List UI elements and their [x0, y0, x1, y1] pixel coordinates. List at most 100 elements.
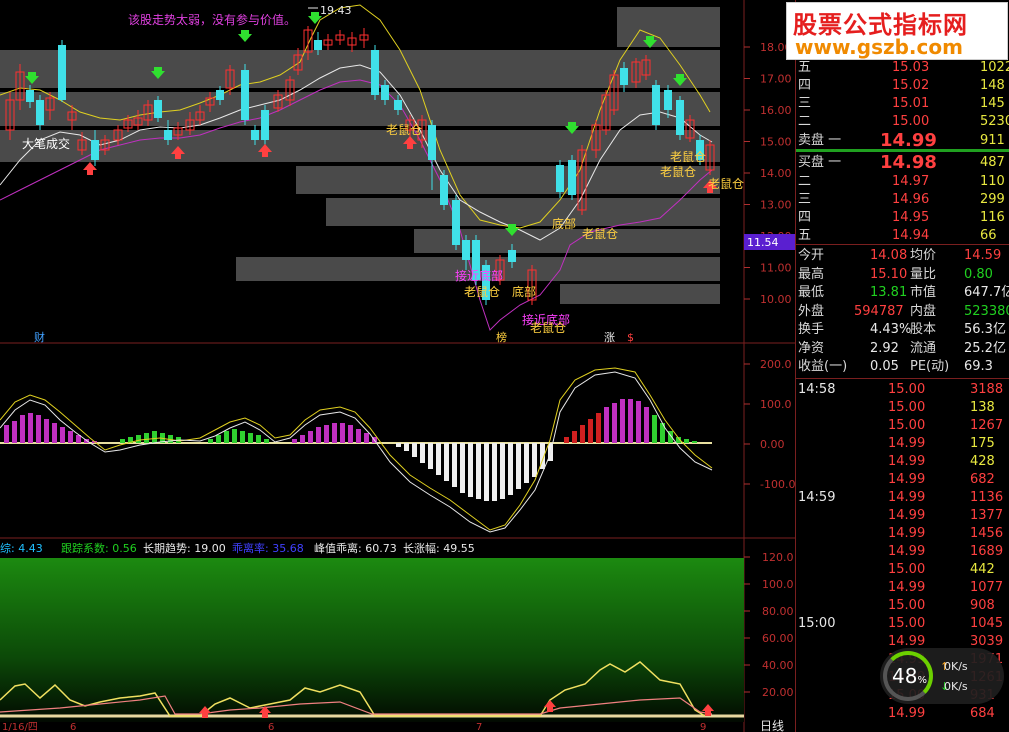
tick-volume: 1077 — [970, 580, 1004, 595]
price-tick-label: 16.00 — [760, 104, 792, 117]
download-speed: 0K/s — [944, 680, 968, 693]
macd-bar — [356, 429, 361, 443]
chart-annotation: 老鼠仓 — [582, 227, 618, 241]
tick-volume: 1136 — [970, 490, 1004, 505]
macd-bar — [292, 439, 297, 443]
buy-price: 14.94 — [892, 228, 930, 243]
macd-bar — [4, 425, 9, 443]
tick-price: 14.99 — [888, 454, 926, 469]
macd-bar — [12, 421, 17, 443]
macd-bar — [316, 427, 321, 443]
stat-label: 最高 — [798, 266, 825, 282]
macd-bar — [596, 413, 601, 443]
high-price-marker: 19.43 — [320, 4, 352, 17]
macd-bar — [396, 443, 401, 447]
stat-label: PE(动) — [910, 359, 950, 374]
stat-label: 换手 — [798, 322, 825, 337]
chart-annotation: 老鼠仓 — [386, 123, 422, 137]
sell-volume: 5230 — [980, 114, 1009, 129]
sell-row: 三 15.01 145 — [796, 95, 1009, 112]
tick-row: 14.99 682 — [796, 471, 1009, 488]
event-tag[interactable]: $ — [627, 331, 634, 344]
tick-price: 15.00 — [888, 382, 926, 397]
buy-row: 四 14.95 116 — [796, 209, 1009, 226]
macd-bar — [36, 415, 41, 443]
chart-annotation: 老鼠仓 — [530, 321, 566, 335]
candle-body-down — [556, 165, 564, 192]
sell-volume: 911 — [980, 133, 1005, 148]
candle-body-down — [154, 100, 162, 118]
tick-volume: 175 — [970, 436, 995, 451]
tick-row: 14.99 428 — [796, 453, 1009, 470]
tick-volume: 1689 — [970, 544, 1004, 559]
macd-tick-label: 100.0 — [760, 398, 792, 411]
stat-label: 最低 — [798, 285, 825, 300]
tick-time: 15:00 — [798, 616, 836, 631]
macd-bar — [644, 407, 649, 443]
stat-value: 69.3 — [964, 359, 993, 374]
candle-body-down — [58, 45, 66, 100]
indicator-value: 综: 4.43 — [0, 541, 43, 555]
sell-price: 15.03 — [892, 60, 930, 75]
indicator-readout: 综: 4.43 跟踪系数: 0.56 长期趋势: 19.00 乖离率: 35.68 峰值… — [0, 541, 475, 555]
tick-price: 14.99 — [888, 508, 926, 523]
candle-body-down — [314, 40, 322, 50]
macd-bar — [364, 433, 369, 443]
strength-tick-label: 100.0 — [762, 578, 794, 591]
divider — [796, 244, 1009, 245]
network-meter[interactable]: 48% ↑ 0K/s ↓ 0K/s — [880, 648, 1004, 704]
percent-readout: 48% — [892, 664, 927, 688]
indicator-value: 峰值乖离: 60.73 — [314, 541, 397, 555]
sell-level-label: 三 — [798, 96, 812, 111]
quote-panel: 五15.031022四15.02148三15.01145二15.005230卖盘… — [795, 0, 1009, 732]
macd-bar — [44, 419, 49, 443]
buy-level-label: 二 — [798, 174, 812, 189]
event-tag[interactable]: 财 — [34, 330, 45, 344]
macd-bar — [428, 443, 433, 469]
quote-row: 今开 14.08 均价 14.59 — [796, 247, 1009, 264]
date-label: 9 — [700, 722, 706, 732]
macd-bar — [68, 431, 73, 443]
macd-bar — [332, 423, 337, 443]
macd-bar — [588, 419, 593, 443]
quote-row: 外盘 594787 内盘 523380 — [796, 303, 1009, 320]
strength-tick-label: 20.00 — [762, 686, 794, 699]
tick-price: 14.99 — [888, 472, 926, 487]
tick-row: 15.00 908 — [796, 597, 1009, 614]
stat-label: 均价 — [910, 248, 937, 263]
macd-white-line — [0, 371, 713, 533]
macd-bar — [208, 439, 213, 443]
macd-tick-label: -100.0 — [760, 478, 795, 491]
macd-bar — [248, 433, 253, 443]
tick-row: 15:00 15.00 1045 — [796, 615, 1009, 632]
candle-body-down — [261, 110, 269, 140]
price-tick-label: 13.00 — [760, 199, 792, 212]
tick-price: 15.00 — [888, 418, 926, 433]
stat-value: 4.43% — [870, 322, 912, 337]
chart-area[interactable]: 18.0017.0016.0015.0014.0013.0012.0011.00… — [0, 0, 795, 732]
candle-body-down — [251, 130, 259, 140]
strength-tick-label: 60.00 — [762, 632, 794, 645]
candle-body-down — [440, 175, 448, 205]
sell-level-label: 卖盘 一 — [798, 133, 842, 148]
macd-tick-label: 0.00 — [760, 438, 785, 451]
date-label: 6 — [268, 722, 274, 732]
period-label[interactable]: 日线 — [760, 719, 784, 732]
date-axis: 1/16/四 6 6 7 9 — [2, 722, 706, 732]
macd-bar — [136, 435, 141, 443]
tick-row: 15.00 1267 — [796, 417, 1009, 434]
candle-body-down — [652, 85, 660, 125]
indicator-value: 乖离率: 35.68 — [232, 541, 304, 555]
strength-tick-label: 120.0 — [762, 551, 794, 564]
macd-bar — [60, 427, 65, 443]
sell-price: 15.01 — [892, 96, 930, 111]
stat-label: 股本 — [910, 322, 937, 337]
sell-row: 五 15.03 1022 — [796, 59, 1009, 76]
macd-bar — [620, 399, 625, 443]
macd-tick-label: 200.0 — [760, 358, 792, 371]
event-tag[interactable]: 榜 — [496, 330, 507, 344]
event-tag[interactable]: 涨 — [604, 331, 615, 344]
sell-volume: 148 — [980, 78, 1005, 93]
buy-volume: 116 — [980, 210, 1005, 225]
strength-tick-label: 40.00 — [762, 659, 794, 672]
